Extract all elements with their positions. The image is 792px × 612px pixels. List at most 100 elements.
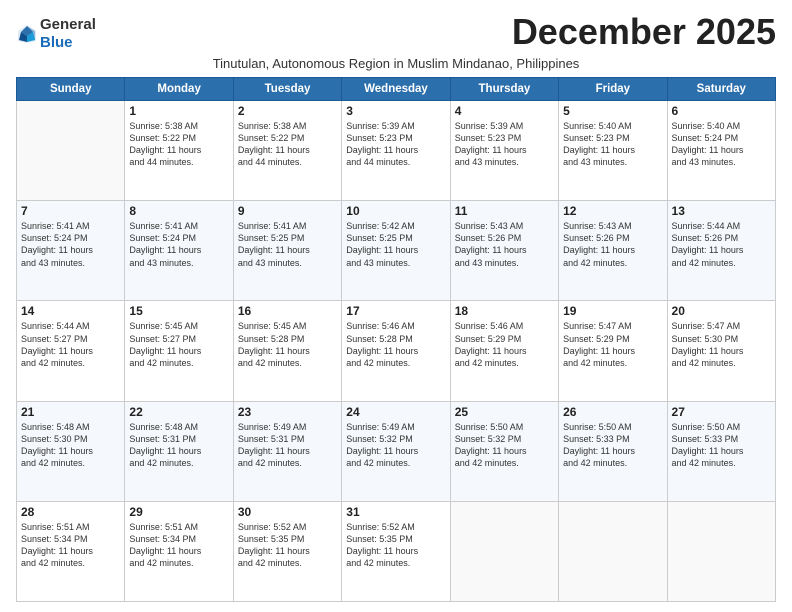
day-number: 9 <box>238 204 337 218</box>
day-number: 19 <box>563 304 662 318</box>
calendar-cell: 30 Sunrise: 5:52 AM Sunset: 5:35 PM Dayli… <box>233 501 341 601</box>
day-info: Sunrise: 5:40 AM Sunset: 5:24 PM Dayligh… <box>672 120 771 169</box>
day-info: Sunrise: 5:39 AM Sunset: 5:23 PM Dayligh… <box>455 120 554 169</box>
calendar-cell: 20Sunrise: 5:47 AM Sunset: 5:30 PM Dayli… <box>667 301 775 401</box>
calendar-cell: 8Sunrise: 5:41 AM Sunset: 5:24 PM Daylig… <box>125 201 233 301</box>
day-info: Sunrise: 5:45 AM Sunset: 5:27 PM Dayligh… <box>129 320 228 369</box>
day-number: 6 <box>672 104 771 118</box>
calendar-cell <box>17 101 125 201</box>
calendar-cell: 16Sunrise: 5:45 AM Sunset: 5:28 PM Dayli… <box>233 301 341 401</box>
weekday-monday: Monday <box>125 78 233 101</box>
day-info: Sunrise: 5:48 AM Sunset: 5:30 PM Dayligh… <box>21 421 120 470</box>
calendar-cell: 14 Sunrise: 5:44 AM Sunset: 5:27 PM Dayli… <box>17 301 125 401</box>
calendar-cell: 12 Sunrise: 5:43 AM Sunset: 5:26 PM Dayli… <box>559 201 667 301</box>
weekday-thursday: Thursday <box>450 78 558 101</box>
calendar-cell <box>450 501 558 601</box>
calendar-cell: 19Sunrise: 5:47 AM Sunset: 5:29 PM Dayli… <box>559 301 667 401</box>
day-number: 12 <box>563 204 662 218</box>
day-number: 4 <box>455 104 554 118</box>
calendar-week-4: 28 Sunrise: 5:51 AM Sunset: 5:34 PM Dayli… <box>17 501 776 601</box>
month-title: December 2025 <box>96 12 776 52</box>
logo-icon <box>16 23 38 45</box>
weekday-tuesday: Tuesday <box>233 78 341 101</box>
calendar-cell <box>667 501 775 601</box>
day-number: 8 <box>129 204 228 218</box>
day-info: Sunrise: 5:49 AM Sunset: 5:31 PM Dayligh… <box>238 421 337 470</box>
day-info: Sunrise: 5:50 AM Sunset: 5:33 PM Dayligh… <box>672 421 771 470</box>
day-info: Sunrise: 5:51 AM Sunset: 5:34 PM Dayligh… <box>129 521 228 570</box>
logo-general: General <box>40 16 96 33</box>
day-info: Sunrise: 5:49 AM Sunset: 5:32 PM Dayligh… <box>346 421 445 470</box>
day-info: Sunrise: 5:38 AM Sunset: 5:22 PM Dayligh… <box>129 120 228 169</box>
day-number: 25 <box>455 405 554 419</box>
logo: General Blue <box>16 16 96 52</box>
calendar-cell: 21Sunrise: 5:48 AM Sunset: 5:30 PM Dayli… <box>17 401 125 501</box>
calendar: Sunday Monday Tuesday Wednesday Thursday… <box>16 77 776 602</box>
calendar-cell: 31 Sunrise: 5:52 AM Sunset: 5:35 PM Dayli… <box>342 501 450 601</box>
calendar-cell: 25 Sunrise: 5:50 AM Sunset: 5:32 PM Dayli… <box>450 401 558 501</box>
header: General Blue December 2025 <box>16 12 776 52</box>
calendar-cell: 7 Sunrise: 5:41 AM Sunset: 5:24 PM Daylig… <box>17 201 125 301</box>
calendar-cell: 9Sunrise: 5:41 AM Sunset: 5:25 PM Daylig… <box>233 201 341 301</box>
subtitle: Tinutulan, Autonomous Region in Muslim M… <box>16 56 776 71</box>
calendar-cell: 11Sunrise: 5:43 AM Sunset: 5:26 PM Dayli… <box>450 201 558 301</box>
day-info: Sunrise: 5:47 AM Sunset: 5:30 PM Dayligh… <box>672 320 771 369</box>
calendar-cell: 15Sunrise: 5:45 AM Sunset: 5:27 PM Dayli… <box>125 301 233 401</box>
calendar-cell: 26 Sunrise: 5:50 AM Sunset: 5:33 PM Dayli… <box>559 401 667 501</box>
day-info: Sunrise: 5:46 AM Sunset: 5:29 PM Dayligh… <box>455 320 554 369</box>
day-info: Sunrise: 5:50 AM Sunset: 5:33 PM Dayligh… <box>563 421 662 470</box>
day-info: Sunrise: 5:39 AM Sunset: 5:23 PM Dayligh… <box>346 120 445 169</box>
calendar-cell: 5 Sunrise: 5:40 AM Sunset: 5:23 PM Daylig… <box>559 101 667 201</box>
day-info: Sunrise: 5:48 AM Sunset: 5:31 PM Dayligh… <box>129 421 228 470</box>
day-info: Sunrise: 5:51 AM Sunset: 5:34 PM Dayligh… <box>21 521 120 570</box>
day-number: 24 <box>346 405 445 419</box>
calendar-cell <box>559 501 667 601</box>
day-number: 1 <box>129 104 228 118</box>
calendar-cell: 10Sunrise: 5:42 AM Sunset: 5:25 PM Dayli… <box>342 201 450 301</box>
calendar-cell: 2Sunrise: 5:38 AM Sunset: 5:22 PM Daylig… <box>233 101 341 201</box>
day-number: 14 <box>21 304 120 318</box>
weekday-saturday: Saturday <box>667 78 775 101</box>
calendar-cell: 29 Sunrise: 5:51 AM Sunset: 5:34 PM Dayli… <box>125 501 233 601</box>
day-info: Sunrise: 5:45 AM Sunset: 5:28 PM Dayligh… <box>238 320 337 369</box>
day-number: 27 <box>672 405 771 419</box>
calendar-cell: 17Sunrise: 5:46 AM Sunset: 5:28 PM Dayli… <box>342 301 450 401</box>
day-number: 29 <box>129 505 228 519</box>
day-info: Sunrise: 5:50 AM Sunset: 5:32 PM Dayligh… <box>455 421 554 470</box>
calendar-week-0: 1 Sunrise: 5:38 AM Sunset: 5:22 PM Daylig… <box>17 101 776 201</box>
day-number: 5 <box>563 104 662 118</box>
calendar-cell: 24 Sunrise: 5:49 AM Sunset: 5:32 PM Dayli… <box>342 401 450 501</box>
calendar-cell: 1 Sunrise: 5:38 AM Sunset: 5:22 PM Daylig… <box>125 101 233 201</box>
logo-text: General Blue <box>40 16 96 52</box>
day-number: 10 <box>346 204 445 218</box>
calendar-cell: 18 Sunrise: 5:46 AM Sunset: 5:29 PM Dayli… <box>450 301 558 401</box>
day-number: 2 <box>238 104 337 118</box>
calendar-cell: 6 Sunrise: 5:40 AM Sunset: 5:24 PM Daylig… <box>667 101 775 201</box>
day-info: Sunrise: 5:44 AM Sunset: 5:27 PM Dayligh… <box>21 320 120 369</box>
title-block: December 2025 <box>96 12 776 52</box>
day-number: 30 <box>238 505 337 519</box>
calendar-body: 1 Sunrise: 5:38 AM Sunset: 5:22 PM Daylig… <box>17 101 776 602</box>
day-number: 13 <box>672 204 771 218</box>
day-info: Sunrise: 5:44 AM Sunset: 5:26 PM Dayligh… <box>672 220 771 269</box>
day-info: Sunrise: 5:43 AM Sunset: 5:26 PM Dayligh… <box>563 220 662 269</box>
calendar-cell: 27 Sunrise: 5:50 AM Sunset: 5:33 PM Dayli… <box>667 401 775 501</box>
calendar-cell: 22Sunrise: 5:48 AM Sunset: 5:31 PM Dayli… <box>125 401 233 501</box>
calendar-header: Sunday Monday Tuesday Wednesday Thursday… <box>17 78 776 101</box>
calendar-cell: 3Sunrise: 5:39 AM Sunset: 5:23 PM Daylig… <box>342 101 450 201</box>
day-number: 26 <box>563 405 662 419</box>
day-info: Sunrise: 5:52 AM Sunset: 5:35 PM Dayligh… <box>346 521 445 570</box>
day-info: Sunrise: 5:52 AM Sunset: 5:35 PM Dayligh… <box>238 521 337 570</box>
day-info: Sunrise: 5:40 AM Sunset: 5:23 PM Dayligh… <box>563 120 662 169</box>
day-number: 7 <box>21 204 120 218</box>
day-number: 31 <box>346 505 445 519</box>
day-number: 18 <box>455 304 554 318</box>
calendar-cell: 23 Sunrise: 5:49 AM Sunset: 5:31 PM Dayli… <box>233 401 341 501</box>
day-number: 17 <box>346 304 445 318</box>
calendar-cell: 28 Sunrise: 5:51 AM Sunset: 5:34 PM Dayli… <box>17 501 125 601</box>
day-number: 23 <box>238 405 337 419</box>
logo-blue: Blue <box>40 34 73 51</box>
calendar-table: Sunday Monday Tuesday Wednesday Thursday… <box>16 77 776 602</box>
day-info: Sunrise: 5:41 AM Sunset: 5:24 PM Dayligh… <box>21 220 120 269</box>
day-number: 28 <box>21 505 120 519</box>
